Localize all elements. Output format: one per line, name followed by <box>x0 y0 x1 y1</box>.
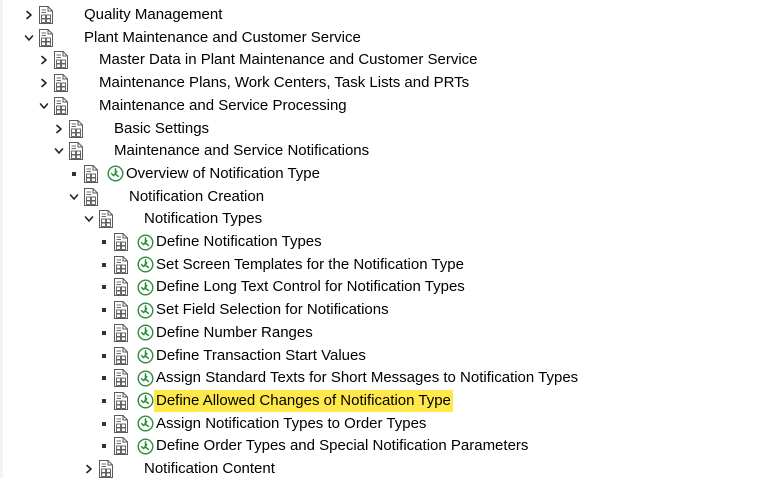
tree-node[interactable]: Basic Settings <box>52 118 211 140</box>
execute-clock-icon[interactable] <box>137 347 154 364</box>
node-label[interactable]: Define Allowed Changes of Notification T… <box>154 389 453 412</box>
node-label[interactable]: Maintenance and Service Notifications <box>112 140 371 162</box>
tree-node[interactable]: Define Long Text Control for Notificatio… <box>97 276 467 298</box>
bullet-icon <box>97 231 111 253</box>
chevron-right-icon[interactable] <box>37 72 51 94</box>
tree-node[interactable]: Maintenance and Service Notifications <box>52 140 371 162</box>
chevron-down-icon[interactable] <box>82 208 96 230</box>
bullet-icon <box>97 322 111 344</box>
chevron-right-icon[interactable] <box>52 118 66 140</box>
tree-node[interactable]: Quality Management <box>22 4 224 26</box>
execute-clock-icon[interactable] <box>137 324 154 341</box>
execute-clock-icon[interactable] <box>107 165 124 182</box>
node-label[interactable]: Quality Management <box>82 4 224 26</box>
node-label[interactable]: Assign Notification Types to Order Types <box>154 413 428 435</box>
tree-node[interactable]: Maintenance and Service Processing <box>37 95 349 117</box>
node-label[interactable]: Define Transaction Start Values <box>154 345 368 367</box>
document-icon <box>113 346 131 365</box>
document-icon <box>113 233 131 251</box>
node-label[interactable]: Notification Creation <box>127 186 266 208</box>
chevron-down-icon[interactable] <box>67 186 81 208</box>
tree-node[interactable]: Maintenance Plans, Work Centers, Task Li… <box>37 72 471 94</box>
tree-node[interactable]: Define Transaction Start Values <box>97 345 368 367</box>
bullet-icon <box>97 367 111 389</box>
execute-clock-icon[interactable] <box>137 302 154 319</box>
document-icon <box>83 164 101 183</box>
execute-clock-icon[interactable] <box>137 438 154 455</box>
tree-node[interactable]: Define Order Types and Special Notificat… <box>97 435 530 457</box>
node-label[interactable]: Define Number Ranges <box>154 322 315 344</box>
document-icon <box>68 119 86 138</box>
chevron-down-icon[interactable] <box>52 140 66 162</box>
chevron-down-icon[interactable] <box>37 95 51 117</box>
tree-node[interactable]: Assign Notification Types to Order Types <box>97 413 428 435</box>
document-icon <box>38 28 56 47</box>
bullet-icon <box>67 163 81 185</box>
node-label[interactable]: Define Notification Types <box>154 231 324 253</box>
document-icon <box>113 323 131 342</box>
execute-clock-icon[interactable] <box>137 233 154 251</box>
bullet-icon <box>97 276 111 298</box>
bullet-icon <box>97 435 111 457</box>
node-label[interactable]: Define Order Types and Special Notificat… <box>154 435 530 457</box>
document-icon <box>113 301 131 320</box>
bullet-icon <box>97 254 111 276</box>
chevron-right-icon[interactable] <box>37 49 51 71</box>
tree-node[interactable]: Define Notification Types <box>97 231 324 253</box>
document-icon <box>68 142 86 161</box>
document-icon <box>53 96 71 115</box>
execute-clock-icon[interactable] <box>137 392 154 409</box>
node-label[interactable]: Notification Content <box>142 458 277 480</box>
document-icon <box>113 437 131 456</box>
document-icon <box>113 278 131 297</box>
execute-clock-icon[interactable] <box>137 415 154 432</box>
img-tree: Quality Management Plant Maintenance and… <box>0 0 768 478</box>
bullet-icon <box>97 299 111 321</box>
tree-node[interactable]: Assign Standard Texts for Short Messages… <box>97 367 580 389</box>
chevron-right-icon[interactable] <box>82 458 96 480</box>
execute-clock-icon[interactable] <box>137 370 154 387</box>
node-label[interactable]: Plant Maintenance and Customer Service <box>82 27 363 49</box>
document-icon <box>53 51 71 70</box>
tree-node[interactable]: Notification Creation <box>67 186 266 208</box>
node-label[interactable]: Overview of Notification Type <box>124 163 322 185</box>
node-label[interactable]: Assign Standard Texts for Short Messages… <box>154 367 580 389</box>
tree-node[interactable]: Plant Maintenance and Customer Service <box>22 27 363 49</box>
execute-clock-icon[interactable] <box>137 256 154 273</box>
tree-node[interactable]: Master Data in Plant Maintenance and Cus… <box>37 49 480 71</box>
document-icon <box>83 187 101 206</box>
node-label[interactable]: Maintenance Plans, Work Centers, Task Li… <box>97 72 471 94</box>
bullet-icon <box>97 390 111 412</box>
bullet-icon <box>97 345 111 367</box>
execute-clock-icon[interactable] <box>137 279 154 296</box>
node-label[interactable]: Maintenance and Service Processing <box>97 95 349 117</box>
tree-node[interactable]: Set Screen Templates for the Notificatio… <box>97 254 466 276</box>
chevron-down-icon[interactable] <box>22 27 36 49</box>
tree-node[interactable]: Notification Content <box>82 458 277 480</box>
node-label[interactable]: Notification Types <box>142 208 264 230</box>
document-icon <box>113 369 131 388</box>
node-label[interactable]: Master Data in Plant Maintenance and Cus… <box>97 49 480 71</box>
tree-node[interactable]: Set Field Selection for Notifications <box>97 299 391 321</box>
node-label[interactable]: Set Field Selection for Notifications <box>154 299 391 321</box>
tree-node[interactable]: Notification Types <box>82 208 264 230</box>
document-icon <box>113 391 131 410</box>
bullet-icon <box>97 413 111 435</box>
node-label[interactable]: Define Long Text Control for Notificatio… <box>154 276 467 298</box>
tree-node-selected[interactable]: Define Allowed Changes of Notification T… <box>97 389 453 412</box>
node-label[interactable]: Set Screen Templates for the Notificatio… <box>154 254 466 276</box>
tree-node[interactable]: Overview of Notification Type <box>67 163 322 185</box>
chevron-right-icon[interactable] <box>22 4 36 26</box>
node-label[interactable]: Basic Settings <box>112 118 211 140</box>
document-icon <box>98 210 116 229</box>
document-icon <box>53 74 71 93</box>
document-icon <box>38 6 56 24</box>
tree-node[interactable]: Define Number Ranges <box>97 322 315 344</box>
left-border <box>0 0 3 478</box>
document-icon <box>113 255 131 274</box>
document-icon <box>98 460 116 478</box>
document-icon <box>113 414 131 433</box>
